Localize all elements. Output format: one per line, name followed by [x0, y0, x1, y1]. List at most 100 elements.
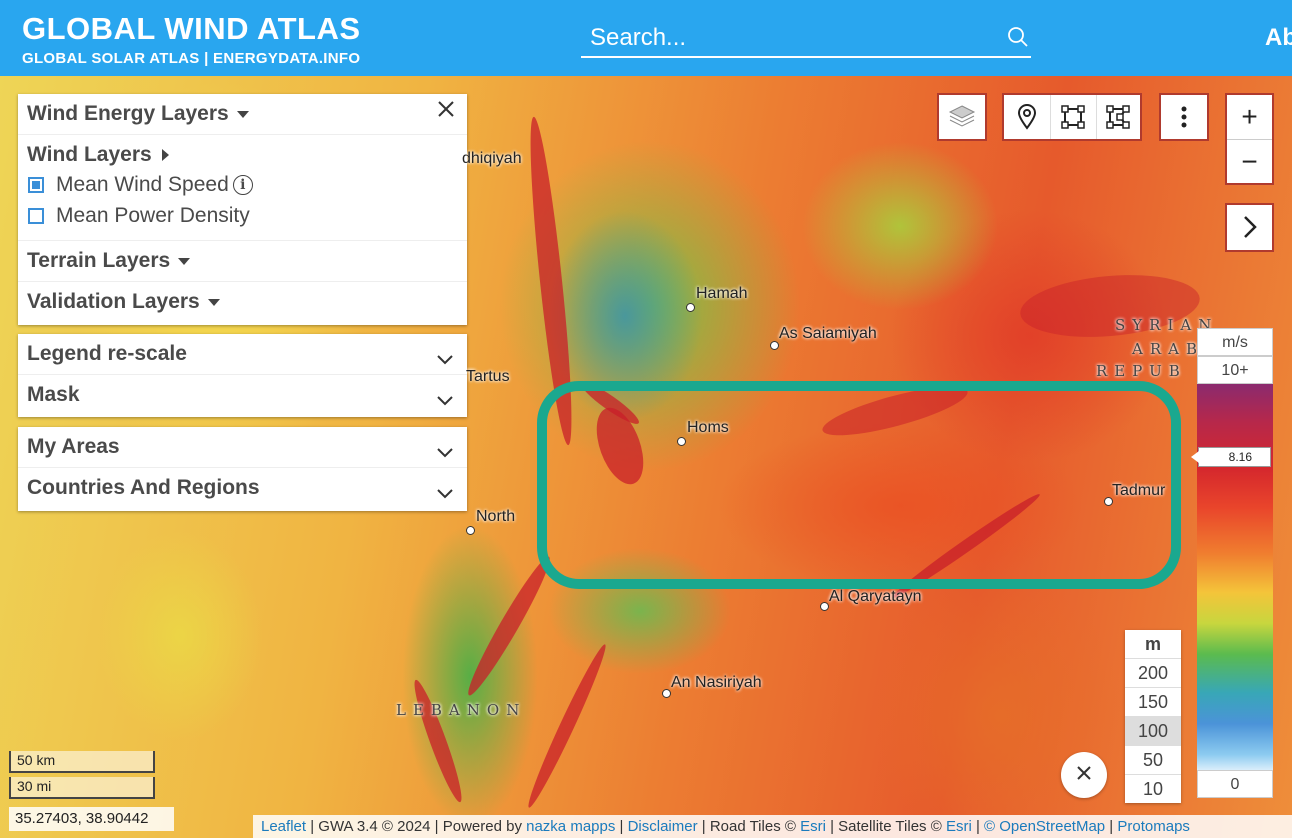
country-label: REPUB — [1096, 362, 1187, 380]
terrain-layers-header[interactable]: Terrain Layers — [18, 241, 467, 282]
height-option-selected[interactable]: 100 — [1125, 717, 1181, 746]
legend-value-marker: 8.16 — [1191, 447, 1271, 467]
search-placeholder: Search... — [590, 24, 687, 51]
mean-wind-speed-checkbox[interactable] — [28, 177, 44, 193]
wind-layers-header[interactable]: Wind Layers — [18, 135, 467, 171]
chevron-down-icon — [437, 388, 453, 412]
wind-speed-color-ramp — [1197, 384, 1273, 770]
search-input[interactable]: Search... — [581, 20, 1031, 58]
city-dot — [466, 526, 475, 535]
attribution-separator: | — [615, 818, 628, 835]
draw-tools-group — [1002, 93, 1142, 141]
height-unit: m — [1125, 630, 1181, 659]
draw-rectangle-icon[interactable] — [1050, 95, 1097, 139]
legend-unit: m/s — [1197, 328, 1273, 356]
scale-bar-km: 50 km — [9, 751, 155, 773]
countries-regions-label: Countries And Regions — [27, 476, 260, 499]
legend-min: 0 — [1197, 770, 1273, 798]
selected-area-highlight — [537, 381, 1181, 589]
top-bar: GLOBAL WIND ATLAS GLOBAL SOLAR ATLAS | E… — [0, 0, 1292, 76]
map-pin-icon[interactable] — [1004, 95, 1051, 139]
mask-header[interactable]: Mask — [18, 375, 467, 415]
wind-layers-label: Wind Layers — [27, 143, 152, 166]
scale-bar-mi: 30 mi — [9, 777, 155, 799]
search-icon[interactable] — [1007, 26, 1029, 53]
draw-polygon-icon[interactable] — [1096, 95, 1140, 139]
caret-down-icon — [178, 257, 191, 265]
brand[interactable]: GLOBAL WIND ATLAS GLOBAL SOLAR ATLAS | E… — [22, 12, 361, 68]
nazka-link[interactable]: nazka mapps — [526, 818, 615, 835]
leaflet-link[interactable]: Leaflet — [261, 818, 306, 835]
wind-energy-layers-header[interactable]: Wind Energy Layers — [18, 94, 467, 135]
more-options-button[interactable] — [1159, 93, 1209, 141]
esri-link[interactable]: Esri — [946, 818, 972, 835]
place-label: Al Qaryatayn — [829, 588, 922, 605]
place-label: North — [476, 508, 516, 525]
place-label: An Nasiriyah — [671, 674, 762, 691]
app-title[interactable]: GLOBAL WIND ATLAS — [22, 12, 361, 46]
wind-energy-layers-label: Wind Energy Layers — [27, 102, 229, 125]
more-vertical-icon — [1161, 95, 1207, 139]
country-label: ARAB — [1132, 340, 1204, 358]
legend-mask-panel: Legend re-scale Mask — [18, 334, 467, 417]
close-icon[interactable] — [437, 100, 455, 124]
mean-power-density-option[interactable]: Mean Power Density — [18, 202, 467, 241]
zoom-out-button[interactable]: − — [1227, 140, 1272, 184]
country-label: LEBANON — [396, 701, 527, 719]
height-option[interactable]: 150 — [1125, 688, 1181, 717]
disclaimer-link[interactable]: Disclaimer — [628, 818, 698, 835]
openstreetmap-link[interactable]: © OpenStreetMap — [984, 818, 1105, 835]
attribution-text: | Satellite Tiles © — [825, 818, 946, 835]
layers-stack-icon — [939, 95, 985, 139]
legend-rescale-header[interactable]: Legend re-scale — [18, 334, 467, 375]
attribution-text: | GWA 3.4 © 2024 | Powered by — [306, 818, 527, 835]
expand-panel-button[interactable] — [1225, 203, 1274, 252]
caret-right-icon — [161, 149, 169, 162]
areas-panel: My Areas Countries And Regions — [18, 427, 467, 511]
validation-layers-header[interactable]: Validation Layers — [18, 282, 467, 322]
info-icon[interactable]: i — [232, 175, 253, 195]
place-label: As Saiamiyah — [779, 325, 877, 342]
wind-speed-legend: m/s 10+ 0 — [1197, 328, 1273, 798]
mean-power-density-label: Mean Power Density — [56, 204, 250, 227]
zoom-control: + − — [1225, 93, 1274, 185]
close-button[interactable] — [1061, 752, 1107, 798]
attribution-text: | Road Tiles © — [697, 818, 801, 835]
esri-link[interactable]: Esri — [800, 818, 826, 835]
close-icon — [1076, 765, 1092, 786]
my-areas-label: My Areas — [27, 435, 120, 458]
attribution-bar: Leaflet | GWA 3.4 © 2024 | Powered by na… — [253, 815, 1292, 838]
chevron-right-icon — [1227, 205, 1272, 249]
attribution-separator: | — [1105, 818, 1118, 835]
height-selector: m 200 150 100 50 10 — [1125, 630, 1181, 803]
caret-down-icon — [236, 110, 249, 118]
app-subtitle-links[interactable]: GLOBAL SOLAR ATLAS | ENERGYDATA.INFO — [22, 50, 361, 67]
countries-regions-header[interactable]: Countries And Regions — [18, 468, 467, 508]
height-option[interactable]: 50 — [1125, 746, 1181, 775]
city-dot — [686, 303, 695, 312]
basemap-layers-button[interactable] — [937, 93, 987, 141]
mean-wind-speed-label: Mean Wind Speed — [56, 173, 229, 196]
protomaps-link[interactable]: Protomaps — [1117, 818, 1190, 835]
legend-rescale-label: Legend re-scale — [27, 342, 187, 365]
chevron-down-icon — [437, 347, 453, 371]
my-areas-header[interactable]: My Areas — [18, 427, 467, 468]
chevron-down-icon — [437, 440, 453, 464]
caret-down-icon — [207, 298, 220, 306]
mean-wind-speed-option[interactable]: Mean Wind Speed i — [18, 171, 467, 202]
mean-power-density-checkbox[interactable] — [28, 208, 44, 224]
attribution-separator: | — [971, 818, 985, 835]
layers-panel: Wind Energy Layers Wind Layers Mean Wind… — [18, 94, 467, 325]
place-label: Hamah — [696, 285, 748, 302]
place-label: Tartus — [466, 368, 510, 385]
zoom-in-button[interactable]: + — [1227, 95, 1272, 140]
about-link[interactable]: Ab — [1265, 24, 1292, 52]
city-dot — [820, 602, 829, 611]
city-dot — [662, 689, 671, 698]
height-option[interactable]: 10 — [1125, 775, 1181, 803]
legend-max: 10+ — [1197, 356, 1273, 384]
height-option[interactable]: 200 — [1125, 659, 1181, 688]
mask-label: Mask — [27, 383, 80, 406]
terrain-layers-label: Terrain Layers — [27, 249, 171, 272]
place-label: dhiqiyah — [462, 150, 522, 167]
